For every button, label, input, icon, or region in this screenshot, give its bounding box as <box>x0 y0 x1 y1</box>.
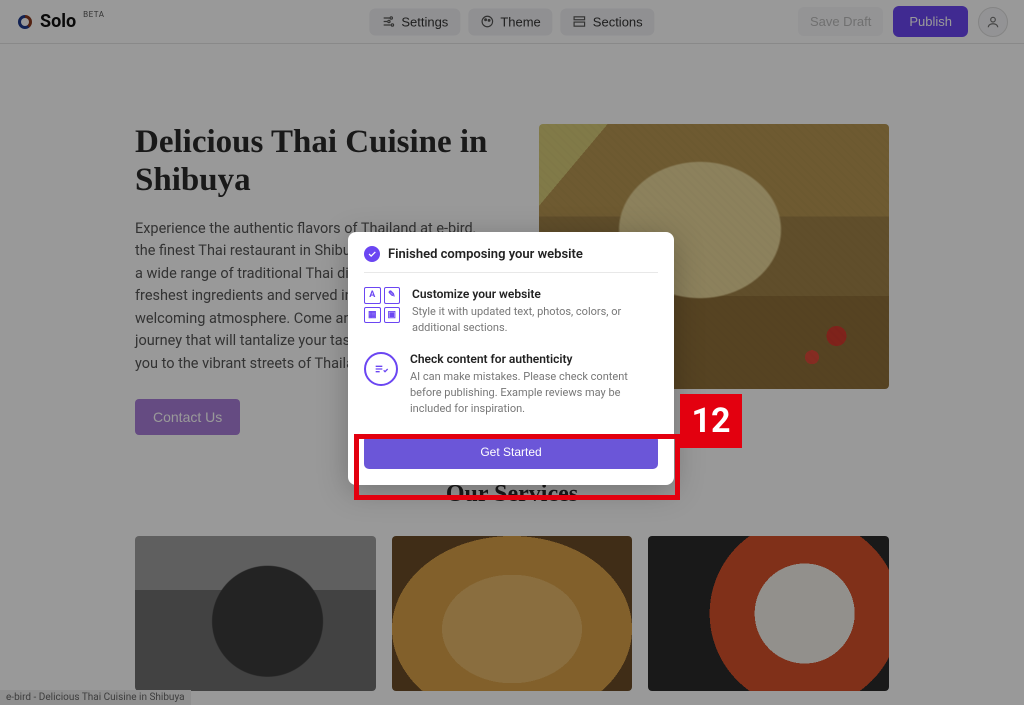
modal-header: Finished composing your website <box>364 246 658 273</box>
modal-item-customize: A ✎ ▦ ▣ Customize your website Style it … <box>364 273 658 338</box>
modal-item-heading: Customize your website <box>412 287 658 301</box>
get-started-button[interactable]: Get Started <box>364 435 658 469</box>
modal-item-description: AI can make mistakes. Please check conte… <box>410 369 658 417</box>
tutorial-step-number: 12 <box>680 394 742 448</box>
review-check-icon <box>364 352 398 386</box>
modal-item-body: Customize your website Style it with upd… <box>412 287 658 336</box>
modal-item-heading: Check content for authenticity <box>410 352 658 366</box>
modal-item-authenticity: Check content for authenticity AI can ma… <box>364 338 658 419</box>
modal-item-body: Check content for authenticity AI can ma… <box>410 352 658 417</box>
modal-title: Finished composing your website <box>388 247 583 262</box>
checkmark-icon <box>364 246 380 262</box>
customize-icon: A ✎ ▦ ▣ <box>364 287 400 323</box>
onboarding-modal: Finished composing your website A ✎ ▦ ▣ … <box>348 232 674 485</box>
modal-item-description: Style it with updated text, photos, colo… <box>412 304 658 336</box>
